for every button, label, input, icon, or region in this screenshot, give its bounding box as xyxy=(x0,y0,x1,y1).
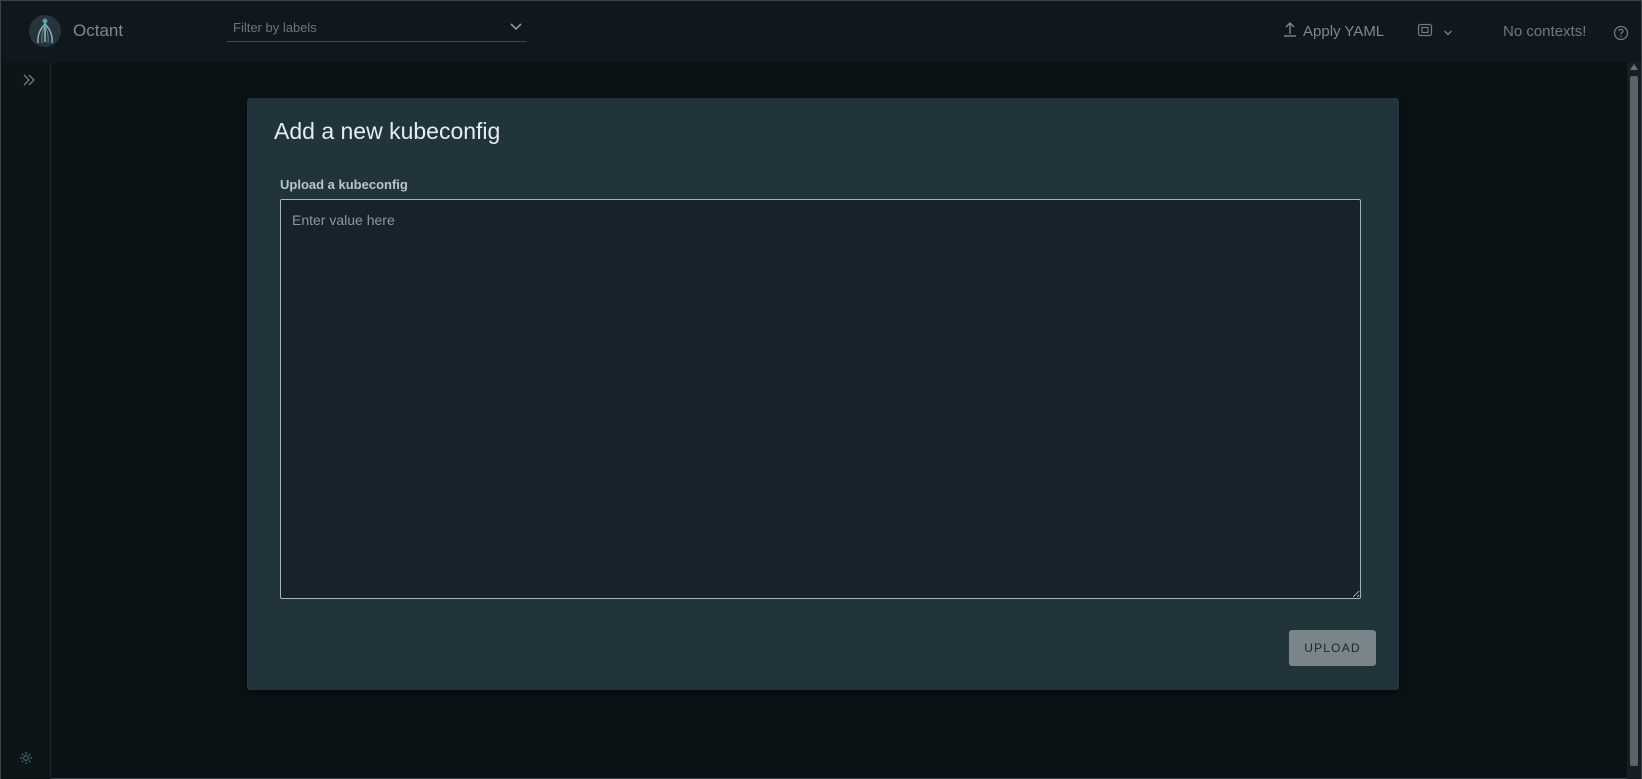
context-status[interactable]: No contexts! xyxy=(1503,23,1586,40)
namespace-select[interactable] xyxy=(1417,23,1453,42)
top-header: Octant Filter by labels Apply YAML No co… xyxy=(1,1,1641,62)
apply-yaml-label: Apply YAML xyxy=(1303,22,1385,40)
side-nav-rail xyxy=(1,62,51,779)
scroll-up-arrow-icon[interactable] xyxy=(1630,64,1638,70)
brand[interactable]: Octant xyxy=(29,15,123,47)
label-filter-select[interactable]: Filter by labels xyxy=(227,18,527,42)
help-button[interactable] xyxy=(1613,25,1629,46)
kubeconfig-textarea[interactable] xyxy=(280,199,1361,599)
add-kubeconfig-modal: Add a new kubeconfig Upload a kubeconfig… xyxy=(247,98,1399,690)
gear-icon xyxy=(19,752,33,769)
double-chevron-right-icon xyxy=(22,73,36,90)
modal-title: Add a new kubeconfig xyxy=(274,118,501,144)
apply-yaml-button[interactable]: Apply YAML xyxy=(1283,21,1384,41)
chevron-down-icon xyxy=(509,20,523,35)
app-window: Octant Filter by labels Apply YAML No co… xyxy=(0,0,1642,779)
scrollbar-thumb[interactable] xyxy=(1630,76,1638,766)
settings-button[interactable] xyxy=(19,751,33,770)
nav-expand-button[interactable] xyxy=(22,73,36,91)
namespace-icon xyxy=(1417,23,1433,42)
kubeconfig-field-label: Upload a kubeconfig xyxy=(280,177,408,192)
chevron-down-icon xyxy=(1443,24,1453,42)
upload-button[interactable]: UPLOAD xyxy=(1289,630,1376,666)
help-circle-icon xyxy=(1613,25,1629,45)
app-name: Octant xyxy=(73,21,124,40)
page-scrollbar[interactable] xyxy=(1627,62,1641,779)
octant-logo-icon xyxy=(29,15,61,47)
label-filter-placeholder: Filter by labels xyxy=(233,20,317,35)
upload-icon xyxy=(1283,21,1303,41)
